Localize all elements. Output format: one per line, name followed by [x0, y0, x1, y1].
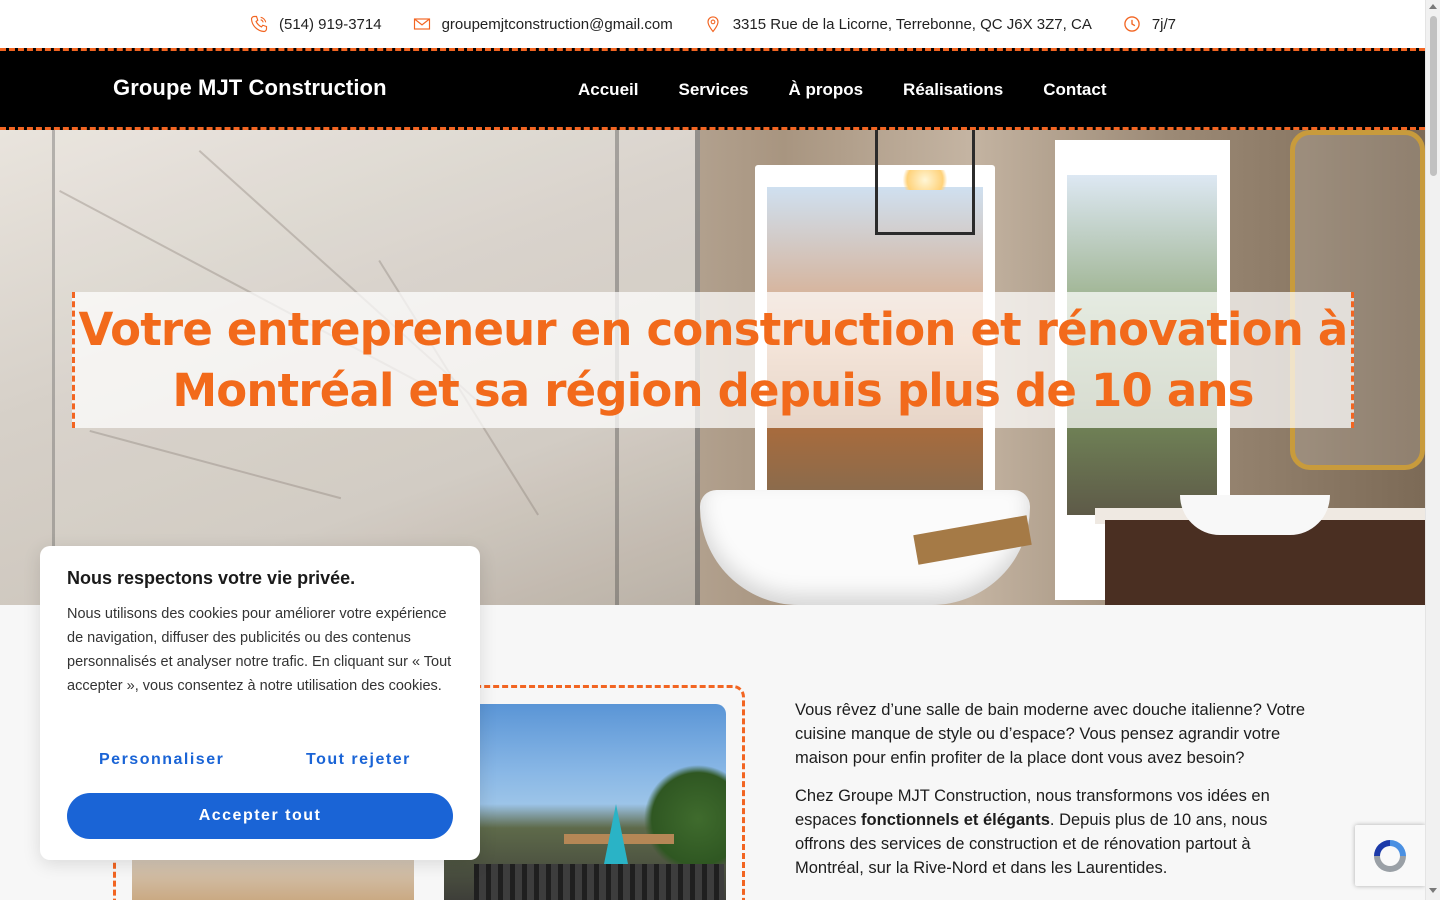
cookie-consent-dialog: Nous respectons votre vie privée. Nous u…: [40, 546, 480, 860]
page-scrollbar[interactable]: [1425, 0, 1440, 900]
envelope-icon: [413, 18, 430, 30]
patio-project-photo: [444, 704, 726, 900]
scroll-up-icon[interactable]: [1429, 4, 1437, 9]
address-text: 3315 Rue de la Licorne, Terrebonne, QC J…: [732, 15, 1092, 33]
phone-info[interactable]: (514) 919-3714: [249, 14, 382, 34]
map-pin-icon: [707, 16, 719, 33]
email-info[interactable]: groupemjtconstruction@gmail.com: [412, 14, 673, 34]
hero-title: Votre entrepreneur en construction et ré…: [78, 303, 1349, 417]
scroll-down-icon[interactable]: [1429, 888, 1437, 893]
intro-paragraph-2: Chez Groupe MJT Construction, nous trans…: [795, 787, 1270, 877]
reject-all-button[interactable]: Tout rejeter: [306, 751, 411, 769]
top-info-bar: (514) 919-3714 groupemjtconstruction@gma…: [0, 0, 1425, 48]
intro-text: Vous rêvez d’une salle de bain moderne a…: [795, 698, 1315, 894]
nav-link-a-propos[interactable]: À propos: [788, 80, 863, 100]
hours-info: 7j/7: [1122, 14, 1176, 34]
cookie-title: Nous respectons votre vie privée.: [67, 568, 356, 588]
address-info: 3315 Rue de la Licorne, Terrebonne, QC J…: [703, 14, 1092, 34]
cookie-body: Nous utilisons des cookies pour améliore…: [67, 606, 452, 694]
nav-link-services[interactable]: Services: [678, 80, 748, 100]
hero-title-box: Votre entrepreneur en construction et ré…: [72, 292, 1354, 428]
nav-link-contact[interactable]: Contact: [1043, 80, 1106, 100]
phone-icon: [250, 15, 268, 33]
main-menu: Accueil Services À propos Réalisations C…: [578, 80, 1106, 100]
nav-link-accueil[interactable]: Accueil: [578, 80, 638, 100]
scrollbar-thumb[interactable]: [1430, 16, 1437, 176]
recaptcha-badge[interactable]: [1355, 825, 1425, 886]
intro-emphasis: fonctionnels et élégants: [861, 811, 1050, 829]
customize-button[interactable]: Personnaliser: [99, 751, 224, 769]
hours-text: 7j/7: [1151, 15, 1177, 33]
clock-icon: [1124, 16, 1140, 32]
brand-logo-text[interactable]: Groupe MJT Construction: [113, 75, 387, 101]
hero-banner: Votre entrepreneur en construction et ré…: [0, 130, 1425, 605]
intro-paragraph-1: Vous rêvez d’une salle de bain moderne a…: [795, 701, 1306, 767]
recaptcha-icon: [1374, 839, 1406, 872]
email-address[interactable]: groupemjtconstruction@gmail.com: [442, 16, 673, 33]
phone-number[interactable]: (514) 919-3714: [279, 16, 382, 33]
nav-link-realisations[interactable]: Réalisations: [903, 80, 1003, 100]
main-navbar: Groupe MJT Construction Accueil Services…: [0, 48, 1425, 130]
accept-all-button[interactable]: Accepter tout: [67, 793, 453, 839]
